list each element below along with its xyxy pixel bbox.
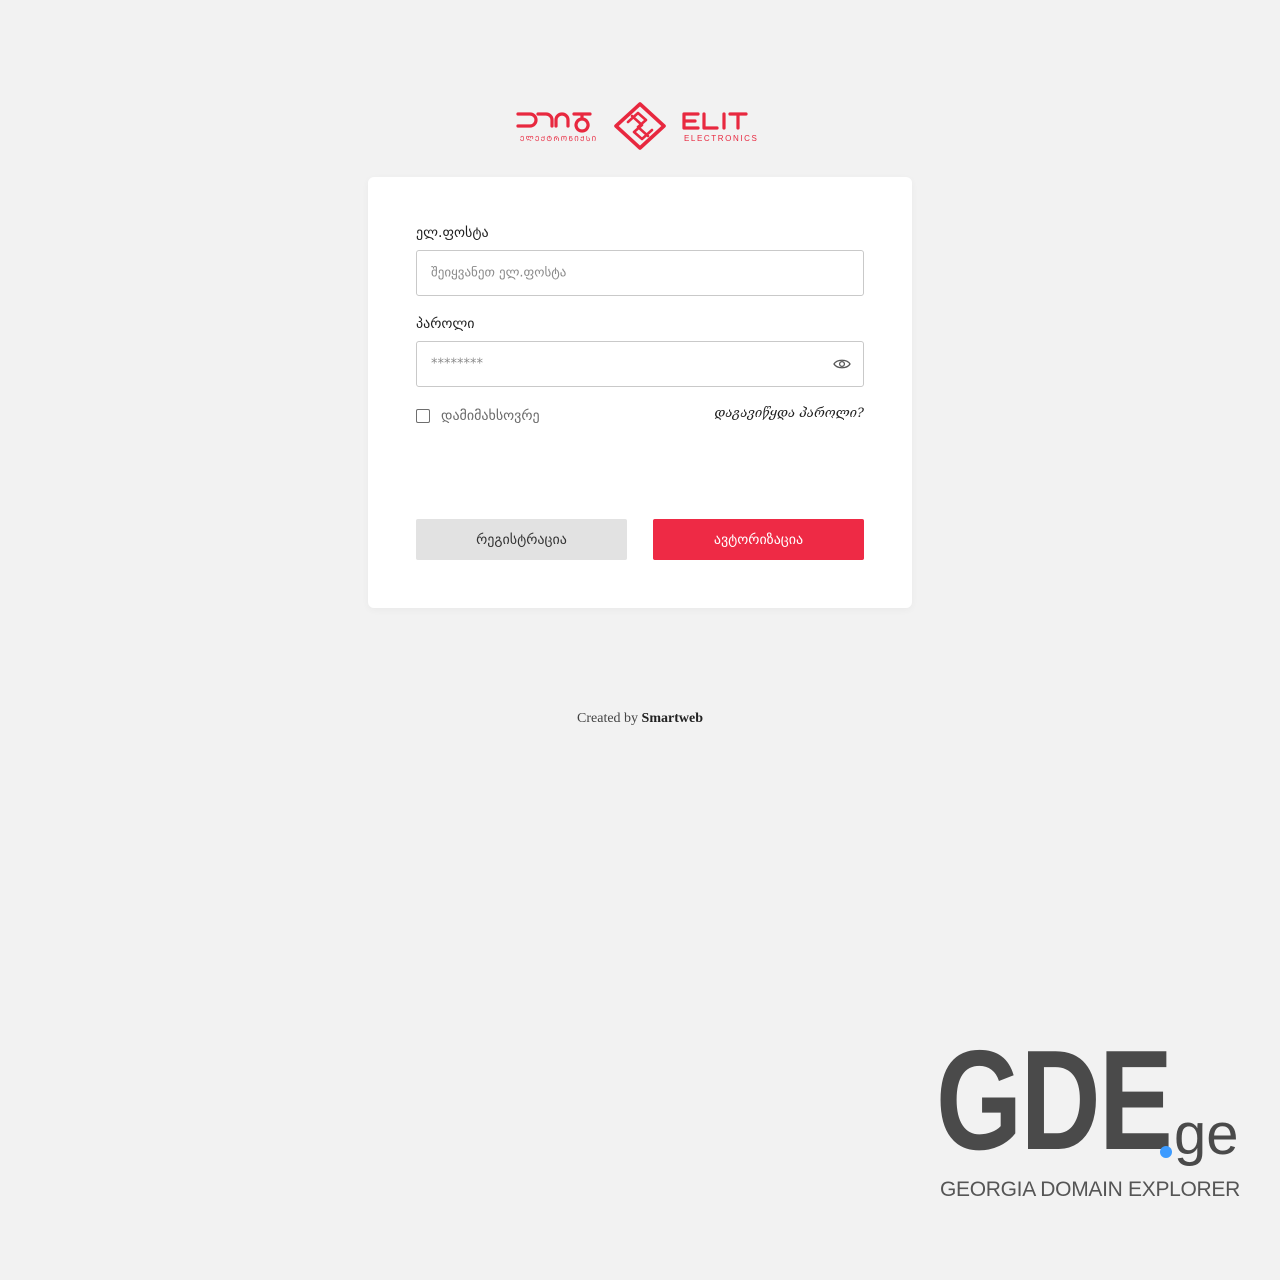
gde-dot: [1160, 1146, 1172, 1158]
login-button[interactable]: ავტორიზაცია: [653, 519, 864, 560]
email-label: ელ.ფოსტა: [416, 225, 489, 241]
cursor-icon: [1044, 1072, 1072, 1126]
login-card: ელ.ფოსტა შეიყვანეთ ელ.ფოსტა პაროლი *****…: [368, 177, 912, 608]
elit-electronics-logo: ᲔᲚᲔᲥᲢᲠᲝᲜᲘᲥᲡᲘ ELECTRONICS: [516, 102, 759, 150]
register-button[interactable]: რეგისტრაცია: [416, 519, 627, 560]
forgot-password-link[interactable]: დაგავიწყდა პაროლი?: [714, 406, 864, 421]
gde-subtitle: GEORGIA DOMAIN EXPLORER: [940, 1178, 1240, 1201]
svg-text:ELECTRONICS: ELECTRONICS: [684, 134, 759, 143]
remember-checkbox[interactable]: [416, 409, 430, 423]
login-page: ᲔᲚᲔᲥᲢᲠᲝᲜᲘᲥᲡᲘ ELECTRONICS ელ.ფოსტა შეიყვა…: [0, 0, 1280, 1280]
company-link[interactable]: Smartweb: [642, 711, 703, 726]
email-placeholder: შეიყვანეთ ელ.ფოსტა: [431, 265, 567, 281]
password-label: პაროლი: [416, 316, 475, 332]
created-by-text: Created by: [577, 711, 639, 726]
gde-watermark: GDE ge GEORGIA DOMAIN EXPLORER: [936, 1030, 1242, 1210]
footer-credit: Created by Smartweb: [0, 711, 1280, 727]
svg-text:ᲔᲚᲔᲥᲢᲠᲝᲜᲘᲥᲡᲘ: ᲔᲚᲔᲥᲢᲠᲝᲜᲘᲥᲡᲘ: [520, 135, 598, 143]
email-field[interactable]: შეიყვანეთ ელ.ფოსტა: [416, 250, 864, 296]
remember-me[interactable]: დამიმახსოვრე: [416, 408, 540, 424]
remember-label: დამიმახსოვრე: [441, 408, 540, 424]
eye-icon[interactable]: [833, 358, 851, 370]
gde-tld: ge: [1174, 1102, 1239, 1167]
password-field[interactable]: ********: [416, 341, 864, 387]
password-placeholder: ********: [431, 356, 483, 372]
